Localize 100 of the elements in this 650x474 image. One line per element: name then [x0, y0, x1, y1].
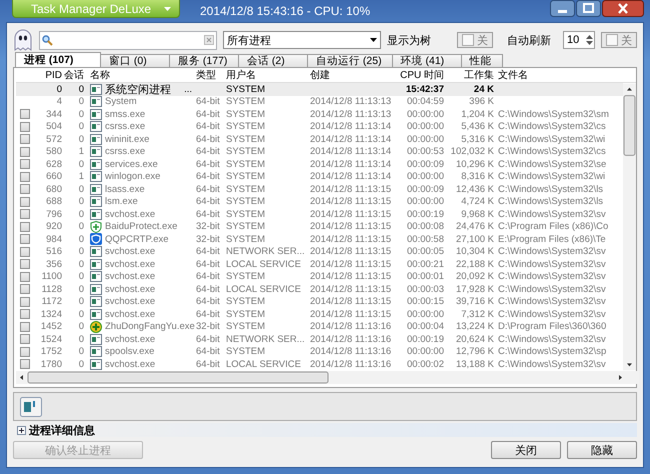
- table-cell: 0: [78, 108, 84, 120]
- table-row[interactable]: 1172 0 svchost.exe 64-bit SYSTEM 2014/12/8 11:13:15 00:00:15 39,716 K C:\Windows\System32\sv: [16, 296, 624, 308]
- row-checkbox[interactable]: [20, 184, 30, 194]
- tab[interactable]: 环境 (41): [392, 54, 462, 67]
- row-checkbox[interactable]: [20, 296, 30, 307]
- table-row[interactable]: 580 1 csrss.exe 64-bit SYSTEM 2014/12/8 11:13:14 00:00:53 102,032 K C:\Windows\System32\cs: [16, 146, 624, 158]
- refresh-interval-spinner[interactable]: 10: [563, 31, 595, 49]
- table-row[interactable]: 1780 0 svchost.exe 64-bit LOCAL SERVICE 2014/12/8 11:13:16 00:00:02 13,188 K C:\Windows\System32\sv: [16, 358, 624, 370]
- table-row[interactable]: 356 0 svchost.exe 64-bit LOCAL SERVICE 2014/12/8 11:13:15 00:00:21 22,188 K C:\Windows\System32\sv: [16, 258, 624, 270]
- tab[interactable]: 性能: [460, 54, 503, 67]
- table-cell: 0: [78, 96, 84, 108]
- table-cell: 32-bit: [196, 234, 220, 245]
- expand-icon[interactable]: [17, 426, 26, 434]
- table-cell: 64-bit: [196, 308, 220, 320]
- table-cell: 2014/12/8 11:13:15: [310, 221, 392, 232]
- table-row[interactable]: 628 0 services.exe 64-bit SYSTEM 2014/12/8 11:13:14 00:00:09 10,296 K C:\Windows\System32\se: [16, 158, 624, 170]
- table-cell: 2014/12/8 11:13:14: [310, 121, 392, 132]
- action-button[interactable]: 隐藏: [567, 441, 637, 459]
- auto-refresh-toggle[interactable]: 关: [601, 32, 637, 48]
- table-row[interactable]: 680 0 lsass.exe 64-bit SYSTEM 2014/12/8 11:13:15 00:00:09 12,436 K C:\Windows\System32\ls: [16, 183, 624, 196]
- row-checkbox[interactable]: [20, 172, 30, 182]
- table-row[interactable]: 504 0 csrss.exe 64-bit SYSTEM 2014/12/8 11:13:14 00:00:00 5,436 K C:\Windows\System32\cs: [16, 120, 624, 133]
- table-row[interactable]: 796 0 svchost.exe 64-bit SYSTEM 2014/12/8 11:13:15 00:00:19 9,968 K C:\Windows\System32\sv: [16, 208, 624, 220]
- row-checkbox[interactable]: [20, 159, 30, 170]
- close-button[interactable]: [602, 0, 644, 17]
- row-checkbox[interactable]: [20, 346, 30, 357]
- table-row[interactable]: 1100 0 svchost.exe 64-bit SYSTEM 2014/12/8 11:13:15 00:00:01 20,092 K C:\Windows\System32\sv: [16, 270, 624, 283]
- row-checkbox[interactable]: [20, 246, 30, 257]
- filter-dropdown[interactable]: 所有进程: [223, 31, 381, 49]
- row-checkbox[interactable]: [20, 196, 30, 207]
- window-icon: [90, 258, 102, 270]
- tab[interactable]: 自动运行 (25): [307, 54, 393, 67]
- row-checkbox[interactable]: [20, 309, 30, 320]
- table-cell: 24,476 K: [456, 221, 494, 232]
- table-cell: LOCAL SERVICE: [226, 358, 301, 370]
- table-cell: 64-bit: [196, 346, 220, 358]
- table-row[interactable]: 660 1 winlogon.exe 64-bit SYSTEM 2014/12/8 11:13:14 00:00:00 8,316 K C:\Windows\System32\wi: [16, 170, 624, 183]
- table-row[interactable]: 4 0 System 64-bit SYSTEM 2014/12/8 11:13:13 00:04:59 396 K: [16, 96, 624, 108]
- table-cell: SYSTEM: [226, 296, 266, 308]
- row-checkbox[interactable]: [20, 146, 30, 157]
- row-checkbox[interactable]: [20, 284, 30, 294]
- tab[interactable]: 会话 (2): [238, 54, 308, 67]
- table-row[interactable]: 572 0 wininit.exe 64-bit SYSTEM 2014/12/8 11:13:14 00:00:00 5,316 K C:\Windows\System32\wi: [16, 133, 624, 146]
- table-row[interactable]: 688 0 lsm.exe 64-bit SYSTEM 2014/12/8 11:13:15 00:00:00 4,724 K C:\Windows\System32\ls: [16, 196, 624, 208]
- row-checkbox[interactable]: [20, 359, 30, 370]
- table-cell: ZhuDongFangYu.exe: [105, 321, 195, 332]
- table-cell: LOCAL SERVICE: [226, 284, 301, 295]
- table-row[interactable]: 984 0 QQPCRTP.exe 32-bit SYSTEM 2014/12/8 11:13:15 00:00:58 27,100 K E:\Program Files (x86)\Te: [16, 233, 624, 246]
- vertical-scrollbar[interactable]: [623, 83, 636, 371]
- row-checkbox[interactable]: [20, 272, 30, 282]
- minimize-button[interactable]: [550, 0, 575, 17]
- tab[interactable]: 窗口 (0): [100, 54, 170, 67]
- action-button[interactable]: 关闭: [491, 441, 561, 459]
- column-header[interactable]: CPU 时间: [398, 68, 446, 82]
- horizontal-scrollbar[interactable]: [16, 371, 639, 384]
- table-cell: 22,188 K: [456, 258, 494, 270]
- row-checkbox[interactable]: [20, 322, 30, 332]
- tab[interactable]: 服务 (177): [169, 54, 239, 67]
- view-toggle-icon[interactable]: [20, 396, 42, 416]
- search-field[interactable]: [39, 30, 217, 50]
- row-checkbox[interactable]: [20, 234, 30, 244]
- row-checkbox[interactable]: [20, 259, 30, 270]
- tab[interactable]: 进程 (107): [15, 52, 101, 67]
- column-header[interactable]: 名称: [86, 68, 194, 82]
- table-row[interactable]: 1324 0 svchost.exe 64-bit SYSTEM 2014/12/8 11:13:15 00:00:00 7,312 K C:\Windows\System32\sv: [16, 308, 624, 320]
- table-cell: LOCAL SERVICE: [226, 258, 301, 270]
- table-cell: 00:00:15: [407, 296, 444, 308]
- table-cell: 1128: [42, 284, 62, 295]
- table-row[interactable]: 344 0 smss.exe 64-bit SYSTEM 2014/12/8 11:13:13 00:00:00 1,204 K C:\Windows\System32\sm: [16, 108, 624, 120]
- table-cell: C:\Program Files (x86)\Co: [498, 221, 608, 232]
- column-header[interactable]: 会话: [64, 68, 86, 82]
- row-checkbox[interactable]: [20, 109, 30, 120]
- column-header[interactable]: 工作集: [446, 68, 496, 82]
- maximize-button[interactable]: [576, 0, 601, 17]
- clear-icon[interactable]: [204, 35, 214, 45]
- row-checkbox[interactable]: [20, 222, 30, 232]
- row-checkbox[interactable]: [20, 122, 30, 132]
- table-row[interactable]: 516 0 svchost.exe 64-bit NETWORK SER... 2014/12/8 11:13:15 00:00:05 10,304 K C:\Windows\System32\sv: [16, 246, 624, 258]
- column-header[interactable]: PID: [34, 68, 64, 82]
- table-row[interactable]: 1452 0 ZhuDongFangYu.exe 32-bit SYSTEM 2014/12/8 11:13:16 00:00:04 13,224 K D:\Program Files\360\360: [16, 320, 624, 333]
- table-cell: 00:00:09: [407, 158, 444, 170]
- table-cell: 64-bit: [196, 296, 220, 308]
- table-cell: 0: [78, 358, 84, 370]
- row-checkbox[interactable]: [20, 134, 30, 144]
- row-checkbox[interactable]: [20, 334, 30, 344]
- column-header[interactable]: 创建: [308, 68, 398, 82]
- table-cell: 10,296 K: [456, 158, 494, 170]
- table-row[interactable]: 1752 0 spoolsv.exe 64-bit SYSTEM 2014/12/8 11:13:16 00:00:00 12,796 K C:\Windows\System32\sp: [16, 346, 624, 358]
- table-row[interactable]: 1524 0 svchost.exe 64-bit NETWORK SER... 2014/12/8 11:13:16 00:00:19 20,624 K C:\Windows\System32\sv: [16, 333, 624, 346]
- table-cell: 64-bit: [196, 358, 220, 370]
- column-header[interactable]: 类型: [194, 68, 224, 82]
- table-row[interactable]: 0 0 系统空闲进程 ... SYSTEM 15:42:37 24 K: [16, 83, 624, 96]
- table-row[interactable]: 1128 0 svchost.exe 64-bit LOCAL SERVICE 2014/12/8 11:13:15 00:00:03 17,928 K C:\Windows\System32\sv: [16, 283, 624, 296]
- table-cell: 796: [46, 208, 62, 220]
- column-header[interactable]: 用户名: [224, 68, 308, 82]
- column-header[interactable]: 文件名: [496, 68, 626, 82]
- tree-view-toggle[interactable]: 关: [457, 32, 493, 48]
- table-cell: System: [105, 96, 137, 108]
- row-checkbox[interactable]: [20, 209, 30, 220]
- table-row[interactable]: 920 0 BaiduProtect.exe 32-bit SYSTEM 2014/12/8 11:13:15 00:00:08 24,476 K C:\Program Files (x86)\Co: [16, 220, 624, 233]
